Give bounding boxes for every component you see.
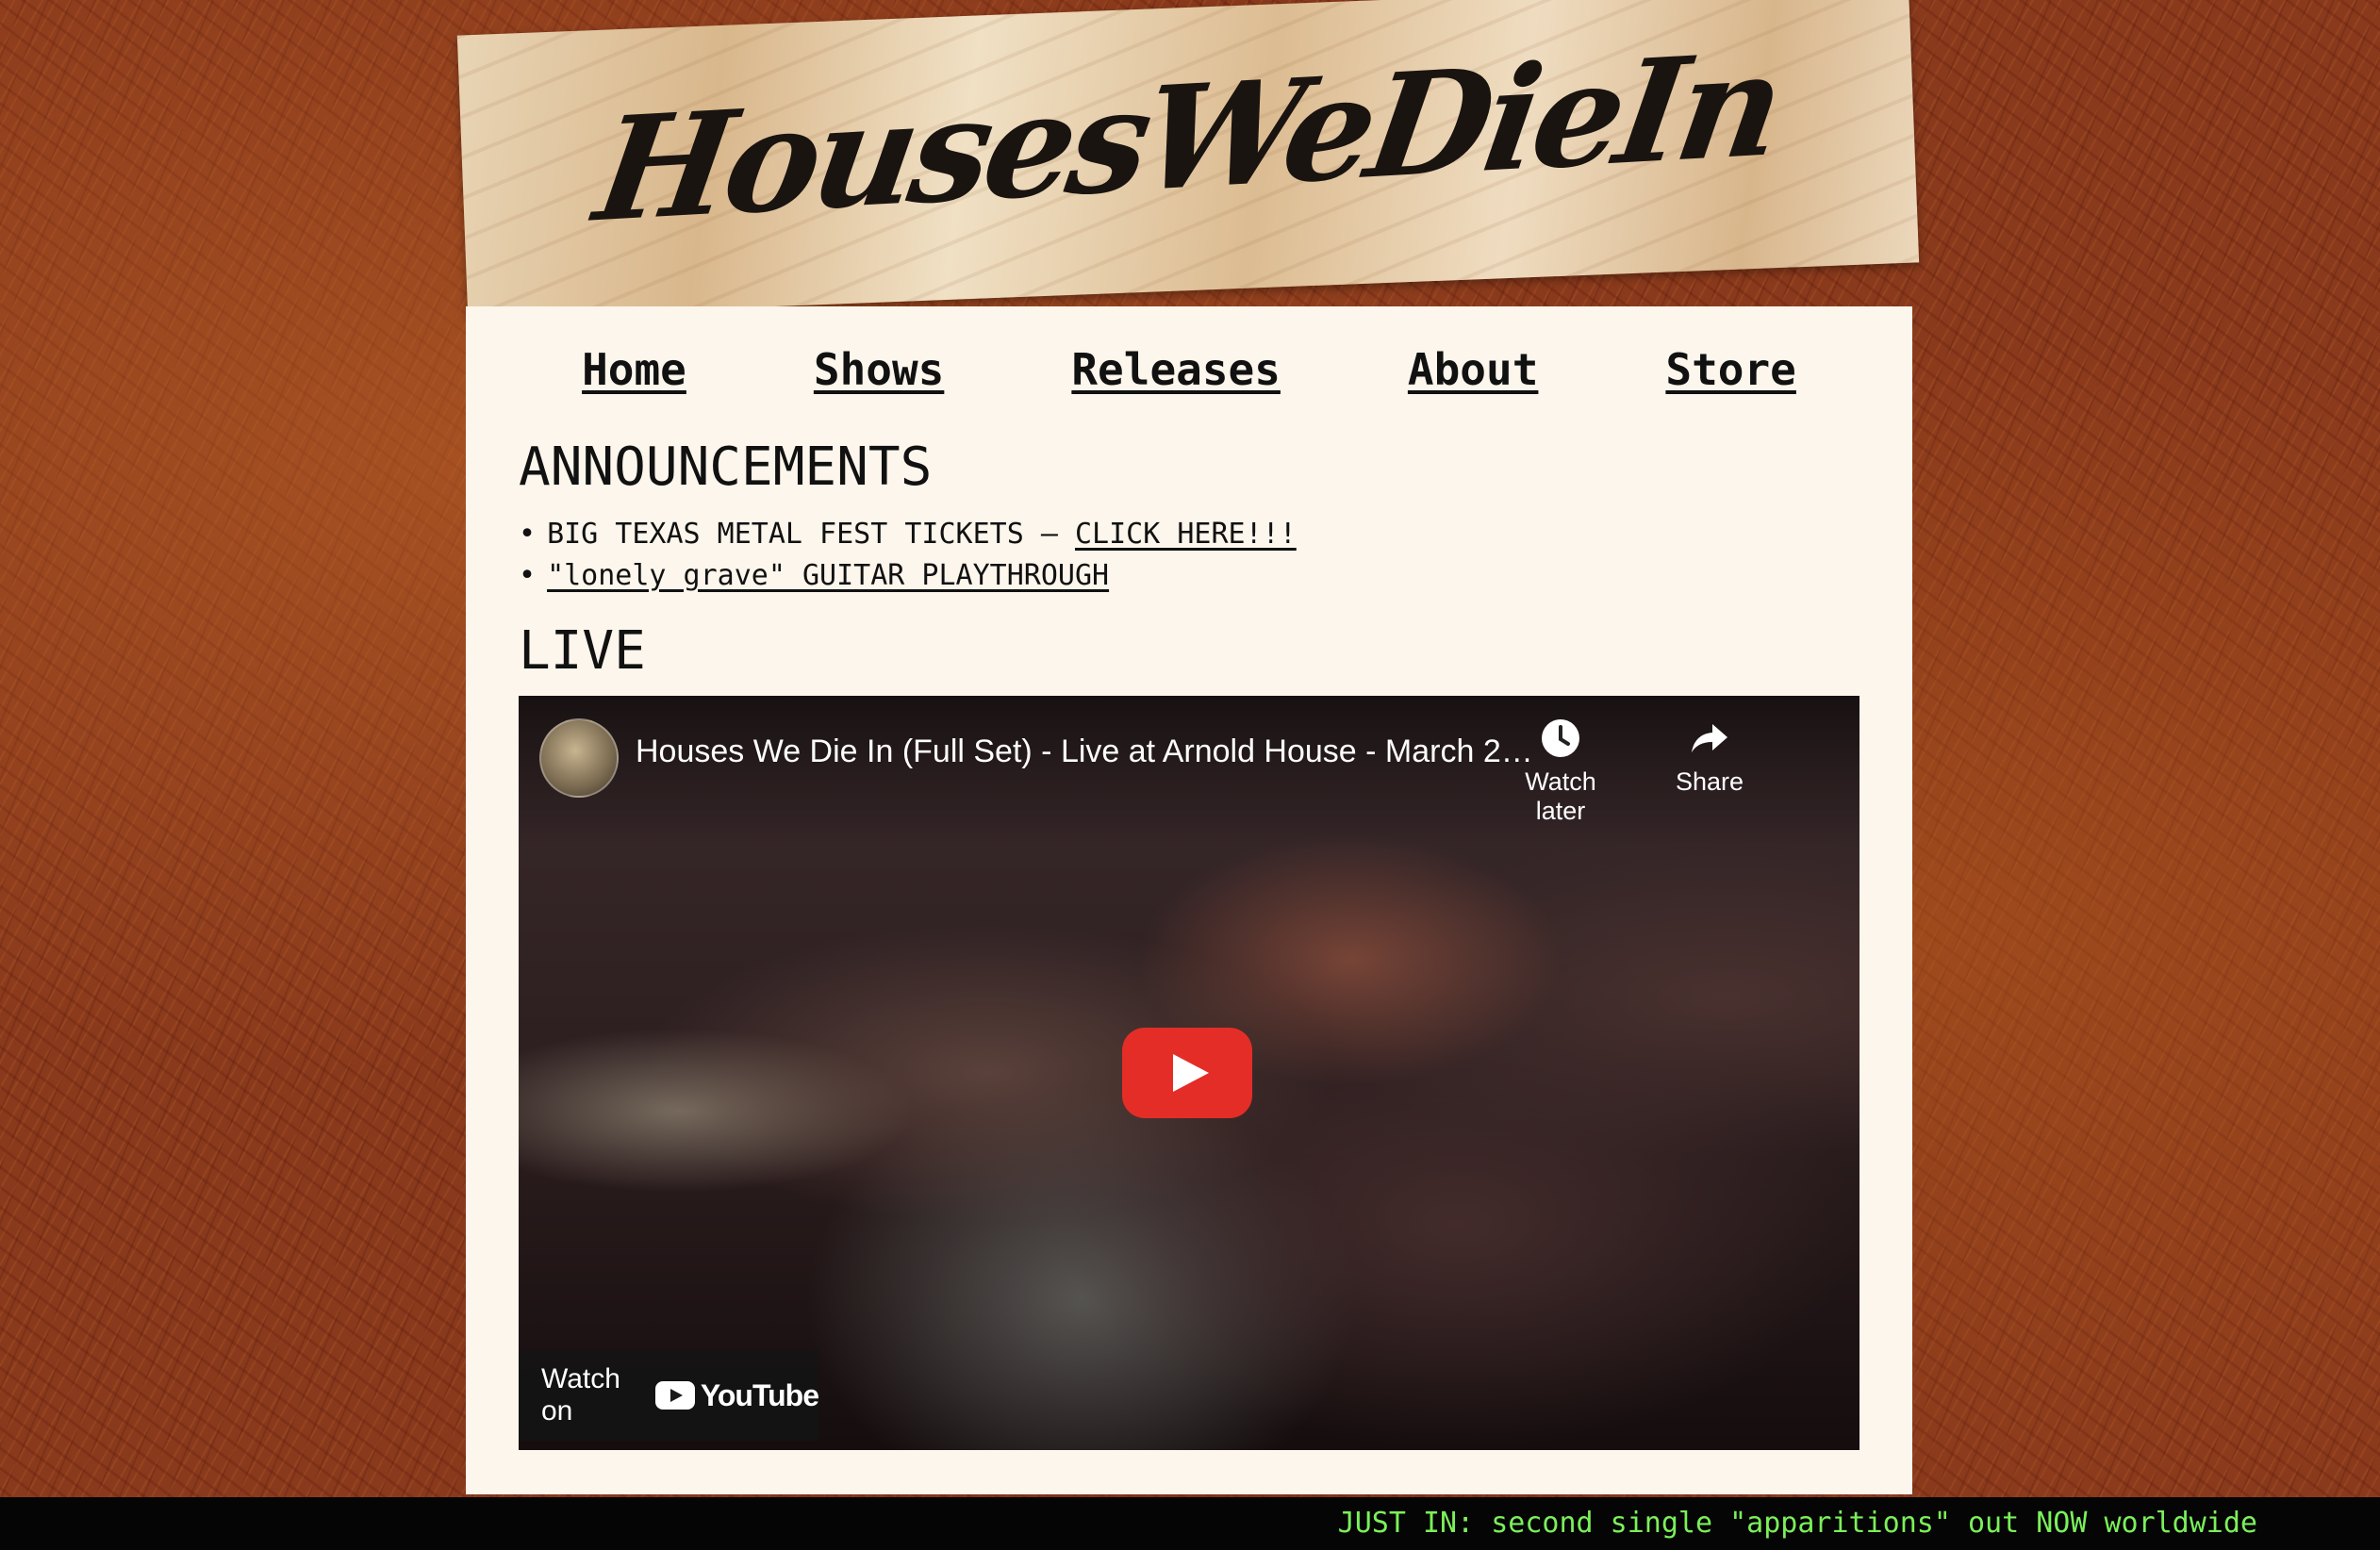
watch-on-youtube-button[interactable]: Watch on YouTube xyxy=(519,1350,819,1441)
nav-store[interactable]: Store xyxy=(1665,344,1795,395)
play-button[interactable] xyxy=(1122,1028,1252,1118)
band-logo[interactable]: HousesWeDieIn xyxy=(450,13,1925,262)
share-icon xyxy=(1692,724,1727,752)
playthrough-link[interactable]: "lonely grave" GUITAR PLAYTHROUGH xyxy=(547,559,1109,592)
watch-on-label: Watch on xyxy=(541,1363,620,1426)
nav-about[interactable]: About xyxy=(1408,344,1538,395)
channel-avatar[interactable] xyxy=(539,718,619,798)
bullet-icon: • xyxy=(519,518,537,551)
ticker-text: JUST IN: second single "apparitions" out… xyxy=(1337,1507,2257,1540)
news-ticker: JUST IN: second single "apparitions" out… xyxy=(0,1497,2380,1550)
main-nav: Home Shows Releases About Store xyxy=(466,344,1912,395)
youtube-play-icon xyxy=(654,1381,695,1410)
nav-home[interactable]: Home xyxy=(582,344,686,395)
bullet-icon: • xyxy=(519,559,537,592)
nav-releases[interactable]: Releases xyxy=(1071,344,1281,395)
list-item: • BIG TEXAS METAL FEST TICKETS – CLICK HE… xyxy=(519,514,1297,555)
youtube-embed[interactable]: Houses We Die In (Full Set) - Live at Ar… xyxy=(519,696,1859,1450)
watch-later-button[interactable]: Watch later xyxy=(1499,717,1622,826)
share-label: Share xyxy=(1675,767,1744,796)
list-item: • "lonely grave" GUITAR PLAYTHROUGH xyxy=(519,555,1297,597)
announcement-text: BIG TEXAS METAL FEST TICKETS – xyxy=(547,518,1075,551)
tickets-link[interactable]: CLICK HERE!!! xyxy=(1075,518,1297,551)
clock-icon xyxy=(1542,719,1579,757)
live-heading: LIVE xyxy=(519,620,646,682)
video-title[interactable]: Houses We Die In (Full Set) - Live at Ar… xyxy=(636,734,1550,770)
youtube-wordmark: YouTube xyxy=(700,1377,819,1412)
share-button[interactable]: Share xyxy=(1648,717,1771,797)
nav-shows[interactable]: Shows xyxy=(814,344,944,395)
watch-later-label: Watch later xyxy=(1525,767,1596,825)
announcements-heading: ANNOUNCEMENTS xyxy=(519,437,933,498)
header-banner: HousesWeDieIn xyxy=(456,0,1920,319)
youtube-logo: YouTube xyxy=(654,1377,819,1413)
announcements-list: • BIG TEXAS METAL FEST TICKETS – CLICK HE… xyxy=(519,514,1297,597)
content-panel: Home Shows Releases About Store ANNOUNCE… xyxy=(466,306,1912,1494)
